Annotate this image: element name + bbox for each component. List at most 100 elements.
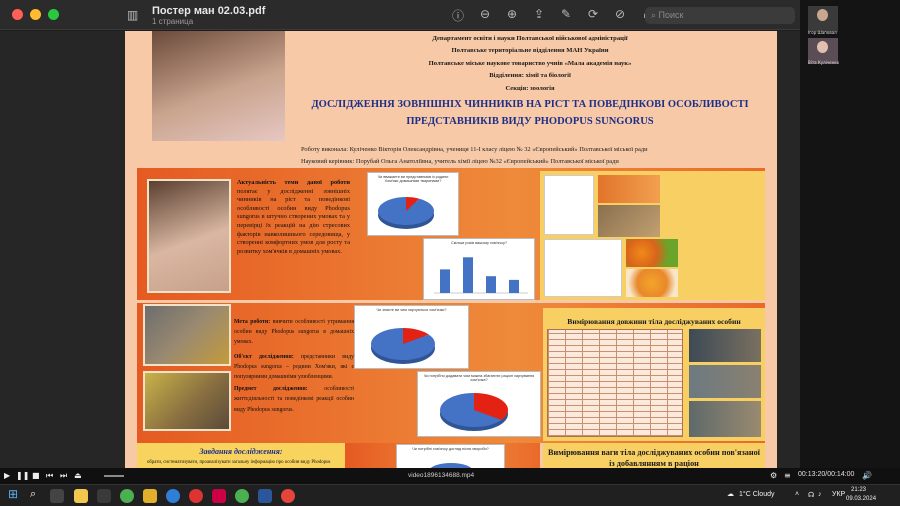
object-paragraph: Об'єкт дослідження: представники виду Ph… bbox=[234, 352, 354, 383]
food-list-image bbox=[544, 175, 594, 235]
tray-arrow-icon[interactable]: ˄ bbox=[795, 491, 799, 498]
bar bbox=[486, 276, 496, 293]
clock-time[interactable]: 21:23 bbox=[851, 487, 866, 493]
document-title: Постер ман 02.03.pdf bbox=[152, 5, 266, 17]
ruler-photo-1 bbox=[689, 329, 761, 362]
play-icon[interactable]: ▶ bbox=[4, 471, 10, 480]
hamster-photo-1 bbox=[143, 304, 231, 366]
author-photo bbox=[152, 31, 285, 141]
task-view-icon[interactable] bbox=[50, 489, 64, 503]
markup-pen-icon[interactable]: ✎ bbox=[558, 7, 574, 24]
participants-strip bbox=[800, 0, 900, 468]
language-indicator[interactable]: УКР bbox=[832, 491, 845, 498]
video-filename: video1896134688.mp4 bbox=[408, 472, 475, 479]
rotate-icon[interactable]: ⟳ bbox=[585, 7, 601, 24]
chrome-icon[interactable] bbox=[120, 489, 134, 503]
tasks-body: обрати, систематизувати, проаналізувати … bbox=[147, 460, 331, 465]
header-line: Департамент освіти і науки Полтавської в… bbox=[432, 35, 628, 42]
header-line: Відділення: хімії та біології bbox=[489, 72, 571, 80]
search-placeholder: Поиск bbox=[658, 10, 684, 20]
girl-with-hamster-photo bbox=[147, 179, 231, 293]
food-collage-panel bbox=[540, 171, 765, 300]
windows-start-icon[interactable]: ⊞ bbox=[8, 487, 18, 501]
pie-chart-1-svg bbox=[378, 197, 434, 229]
bar bbox=[509, 279, 519, 293]
hamster-photo-2 bbox=[143, 371, 231, 431]
chrome-alt-icon[interactable] bbox=[281, 489, 295, 503]
ruler-photo-2 bbox=[689, 365, 761, 398]
pause-icon[interactable]: ❚❚ bbox=[16, 471, 29, 480]
edge-icon[interactable] bbox=[166, 489, 180, 503]
maximize-window-button[interactable] bbox=[48, 9, 59, 20]
header-block: Департамент освіти і науки Полтавської в… bbox=[295, 33, 765, 95]
header-line: Полтавське територіальне відділення МАН … bbox=[451, 47, 609, 55]
participant-avatar bbox=[817, 41, 828, 53]
goal-heading: Мета роботи: bbox=[234, 319, 271, 325]
zoom-out-icon[interactable]: ⊖ bbox=[477, 7, 493, 24]
tasks-panel: Завдання дослідження: обрати, систематиз… bbox=[137, 443, 345, 468]
author-line: Роботу виконала: Куліченко Вікторія Олек… bbox=[301, 146, 648, 153]
search-icon[interactable]: ⌕ bbox=[30, 488, 36, 501]
goal-paragraph: Мета роботи: вивчити особливості утриман… bbox=[234, 317, 354, 348]
carrots-photo bbox=[598, 175, 660, 203]
hamster-eating-photo bbox=[598, 205, 660, 237]
info-icon[interactable]: ⓘ bbox=[450, 7, 466, 24]
pie-chart-3: Чи потрібно додавати чим можна збагатити… bbox=[417, 371, 541, 437]
orange-hamster-photo bbox=[626, 269, 678, 297]
close-window-button[interactable] bbox=[12, 9, 23, 20]
pie-chart-2-svg bbox=[371, 328, 435, 364]
clock-date[interactable]: 09.03.2024 bbox=[846, 496, 876, 502]
participant-name-1: Ігор Шаповал bbox=[808, 30, 837, 35]
app-icon[interactable] bbox=[143, 489, 157, 503]
food-table-image bbox=[544, 239, 622, 297]
weather-text[interactable]: 1°C Cloudy bbox=[739, 491, 774, 498]
media-player-icon[interactable] bbox=[212, 489, 226, 503]
stop-icon[interactable]: ■ bbox=[32, 471, 40, 480]
fruits-photo bbox=[626, 239, 678, 267]
opera-icon[interactable] bbox=[189, 489, 203, 503]
next-icon[interactable]: ⏭ bbox=[60, 471, 67, 481]
annotate-icon[interactable]: ⊘ bbox=[612, 7, 628, 24]
participant-avatar bbox=[817, 9, 828, 21]
object-heading: Об'єкт дослідження: bbox=[234, 353, 294, 360]
zoom-in-icon[interactable]: ⊕ bbox=[504, 7, 520, 24]
pie-slice bbox=[378, 197, 434, 225]
mini-seek-bar[interactable] bbox=[104, 475, 124, 477]
weight-panel: Вимірювання ваги тіла досліджуваних особ… bbox=[543, 443, 765, 468]
poster-title-line: ДОСЛІДЖЕННЯ ЗОВНІШНІХ ЧИННИКІВ НА РІСТ Т… bbox=[311, 99, 749, 110]
research-goals-text: Мета роботи: вивчити особливості утриман… bbox=[234, 317, 354, 415]
poster-title: ДОСЛІДЖЕННЯ ЗОВНІШНІХ ЧИННИКІВ НА РІСТ Т… bbox=[295, 96, 765, 130]
minimize-window-button[interactable] bbox=[30, 9, 41, 20]
screen: ▥ Постер ман 02.03.pdf 1 страница ⓘ ⊖ ⊕ … bbox=[0, 0, 900, 506]
prev-icon[interactable]: ⏮ bbox=[46, 471, 53, 481]
search-field[interactable]: ⌕ Поиск bbox=[645, 7, 795, 24]
store-icon[interactable] bbox=[97, 489, 111, 503]
sidebar-toggle-icon[interactable]: ▥ bbox=[127, 8, 138, 22]
share-icon[interactable]: ⇪ bbox=[531, 7, 547, 24]
document-viewer[interactable]: Департамент освіти і науки Полтавської в… bbox=[0, 31, 800, 468]
relevance-body: полягає у дослідженні зовнішніх чинників… bbox=[237, 187, 350, 255]
ruler-photo-3 bbox=[689, 401, 761, 437]
preview-titlebar: ▥ Постер ман 02.03.pdf 1 страница ⓘ ⊖ ⊕ … bbox=[0, 0, 800, 30]
relevance-text: Актуальність теми даної роботи полягає у… bbox=[237, 179, 350, 256]
supervisor-line: Науковий керівник: Порубай Ольга Анатолі… bbox=[301, 158, 619, 165]
volume-icon[interactable]: 🔊 bbox=[862, 471, 872, 480]
windows-taskbar: ⊞ ⌕ ☁ 1°C Cloudy ˄ ☊ ♪ УКР 21:23 09.03.2… bbox=[0, 484, 900, 506]
pie-chart-4-svg bbox=[430, 463, 472, 468]
bar-chart-age: Скільки років вашому хом'ячку? bbox=[423, 238, 535, 300]
speaker-icon[interactable]: ♪ bbox=[818, 491, 822, 498]
open-file-icon[interactable]: ⏏ bbox=[74, 471, 82, 480]
playlist-icon[interactable]: ≡ bbox=[784, 471, 791, 480]
weather-icon: ☁ bbox=[727, 491, 734, 498]
participant-video-1[interactable] bbox=[808, 6, 838, 32]
chrome-profile-icon[interactable] bbox=[235, 489, 249, 503]
bar bbox=[463, 257, 473, 293]
window-controls bbox=[12, 9, 59, 20]
settings-icon[interactable]: ⚙ bbox=[770, 471, 777, 480]
weight-title: Вимірювання ваги тіла досліджуваних особ… bbox=[548, 448, 760, 468]
word-icon[interactable] bbox=[258, 489, 272, 503]
document-subtitle: 1 страница bbox=[152, 17, 194, 26]
file-explorer-icon[interactable] bbox=[74, 489, 88, 503]
bar bbox=[440, 269, 450, 293]
network-icon[interactable]: ☊ bbox=[808, 491, 814, 499]
